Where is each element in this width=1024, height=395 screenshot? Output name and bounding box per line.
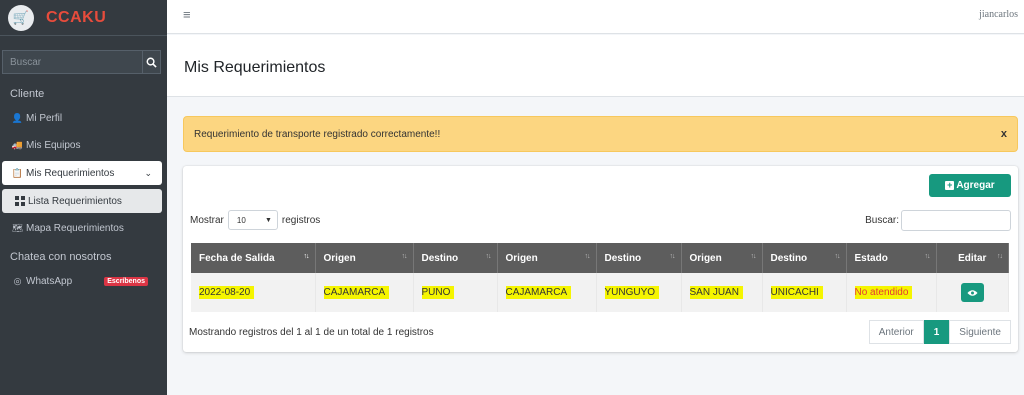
search-icon bbox=[146, 57, 157, 68]
chevron-down-icon: ⌄ bbox=[144, 167, 152, 178]
sort-icon: ↑↓ bbox=[401, 253, 408, 260]
sort-icon: ↑↓ bbox=[750, 253, 757, 260]
col-header[interactable]: Origen ↑↓ bbox=[681, 243, 763, 273]
sort-icon: ↑↓ bbox=[669, 253, 676, 260]
sidebar-item-label: WhatsApp bbox=[26, 275, 73, 287]
page-header: Mis Requerimientos bbox=[167, 35, 1024, 97]
cell-estado: No atendido bbox=[846, 273, 937, 312]
view-button[interactable] bbox=[960, 283, 984, 302]
sort-icon: ↑↓ bbox=[584, 253, 591, 260]
table-row: 2022-08-20 CAJAMARCA PUNO CAJAMARCA YUNG… bbox=[191, 273, 1009, 312]
cell-destino: PUNO bbox=[413, 273, 498, 312]
cell-destino: YUNGUYO bbox=[596, 273, 682, 312]
menu-toggle-icon[interactable]: ≡ bbox=[183, 7, 191, 22]
pagination-next[interactable]: Siguiente bbox=[949, 320, 1011, 344]
length-prefix: Mostrar bbox=[190, 214, 224, 226]
filter-label: Buscar: bbox=[865, 215, 899, 226]
whatsapp-badge: Escríbenos bbox=[104, 276, 148, 286]
eye-icon bbox=[967, 289, 978, 296]
sidebar-item-label: Lista Requerimientos bbox=[28, 195, 122, 207]
pagination-page[interactable]: 1 bbox=[923, 320, 950, 344]
sort-icon: ↑↓ bbox=[485, 253, 492, 260]
alert-message: Requerimiento de transporte registrado c… bbox=[194, 129, 441, 140]
sidebar-item-mapa-requerimientos[interactable]: 🗺 Mapa Requerimientos bbox=[2, 216, 162, 240]
grid-icon bbox=[14, 196, 25, 206]
sidebar-item-mis-requerimientos[interactable]: 📋 Mis Requerimientos ⌄ bbox=[2, 161, 162, 185]
status-badge: No atendido bbox=[854, 286, 913, 299]
col-header[interactable]: Destino ↑↓ bbox=[413, 243, 498, 273]
user-menu[interactable]: jiancarlos bbox=[979, 9, 1018, 20]
page-title: Mis Requerimientos bbox=[184, 59, 326, 76]
sidebar-item-lista-requerimientos[interactable]: Lista Requerimientos bbox=[2, 189, 162, 213]
brand[interactable]: 🛒 CCAKU bbox=[0, 0, 167, 36]
filter-input[interactable] bbox=[901, 210, 1011, 231]
brand-name: CCAKU bbox=[46, 8, 107, 26]
clipboard-icon: 📋 bbox=[11, 167, 24, 178]
sidebar-item-label: Mis Equipos bbox=[26, 139, 81, 151]
plus-square-icon: + bbox=[945, 180, 955, 190]
col-header[interactable]: Origen ↑↓ bbox=[315, 243, 414, 273]
col-header[interactable]: Origen ↑↓ bbox=[497, 243, 597, 273]
whatsapp-icon: ◎ bbox=[13, 275, 22, 286]
requirements-table: Fecha de Salida ↑↓ Origen ↑↓ Destino ↑↓ Ori… bbox=[191, 243, 1009, 312]
sidebar-search-input[interactable] bbox=[2, 50, 142, 74]
requirements-card: + Agregar Mostrar 10 ▼ registros Buscar:… bbox=[183, 166, 1018, 352]
cell-destino: UNICACHI bbox=[762, 273, 847, 312]
user-icon: 👤 bbox=[11, 112, 24, 123]
length-suffix: registros bbox=[281, 214, 321, 226]
col-header[interactable]: Destino ↑↓ bbox=[596, 243, 682, 273]
chevron-down-icon: ▼ bbox=[264, 217, 272, 224]
sidebar-item-whatsapp[interactable]: ◎ WhatsApp Escríbenos bbox=[2, 269, 162, 293]
add-button-label: Agregar bbox=[956, 180, 995, 191]
table-header-row: Fecha de Salida ↑↓ Origen ↑↓ Destino ↑↓ Ori… bbox=[191, 243, 1009, 273]
table-filter: Buscar: bbox=[865, 210, 1011, 231]
sort-icon: ↑↓ bbox=[834, 253, 841, 260]
cart-logo-icon: 🛒 bbox=[8, 4, 34, 31]
map-icon: 🗺 bbox=[11, 222, 24, 233]
sort-icon: ↑↓ bbox=[924, 253, 931, 260]
col-header[interactable]: Estado ↑↓ bbox=[846, 243, 937, 273]
length-control: Mostrar 10 ▼ registros bbox=[190, 210, 320, 230]
sidebar-item-mis-equipos[interactable]: 🚚 Mis Equipos bbox=[2, 133, 162, 157]
topbar: ≡ jiancarlos bbox=[167, 0, 1024, 34]
sidebar-item-label: Mapa Requerimientos bbox=[26, 222, 124, 234]
table-info: Mostrando registros del 1 al 1 de un tot… bbox=[189, 327, 434, 338]
success-alert: Requerimiento de transporte registrado c… bbox=[183, 116, 1018, 152]
sidebar-item-label: Mis Requerimientos bbox=[26, 167, 115, 179]
sidebar-search bbox=[2, 50, 161, 74]
pagination-prev[interactable]: Anterior bbox=[868, 320, 924, 344]
pagination: Anterior 1 Siguiente bbox=[868, 320, 1011, 344]
search-button[interactable] bbox=[142, 50, 161, 74]
cell-fecha: 2022-08-20 bbox=[191, 273, 316, 312]
cell-origen: SAN JUAN bbox=[681, 273, 763, 312]
sort-icon: ↑↓ bbox=[997, 253, 1003, 260]
col-header[interactable]: Editar ↑↓ bbox=[936, 243, 1009, 273]
nav-header-cliente: Cliente bbox=[10, 88, 45, 100]
alert-close-button[interactable]: x bbox=[1001, 128, 1007, 140]
sidebar-item-mi-perfil[interactable]: 👤 Mi Perfil bbox=[2, 106, 162, 130]
sidebar-item-label: Mi Perfil bbox=[26, 112, 63, 124]
nav-header-chat: Chatea con nosotros bbox=[10, 251, 112, 263]
cell-origen: CAJAMARCA bbox=[315, 273, 414, 312]
col-header[interactable]: Fecha de Salida ↑↓ bbox=[191, 243, 316, 273]
sort-active-icon: ↑↓ bbox=[303, 253, 310, 260]
col-header[interactable]: Destino ↑↓ bbox=[762, 243, 847, 273]
truck-icon: 🚚 bbox=[11, 139, 24, 150]
cell-origen: CAJAMARCA bbox=[497, 273, 597, 312]
length-select[interactable]: 10 ▼ bbox=[227, 210, 278, 230]
add-button[interactable]: + Agregar bbox=[929, 174, 1011, 197]
sidebar: 🛒 CCAKU Cliente 👤 Mi Perfil 🚚 Mis Equipo… bbox=[0, 0, 167, 395]
length-value: 10 bbox=[236, 215, 246, 225]
cell-editar bbox=[936, 273, 1009, 312]
